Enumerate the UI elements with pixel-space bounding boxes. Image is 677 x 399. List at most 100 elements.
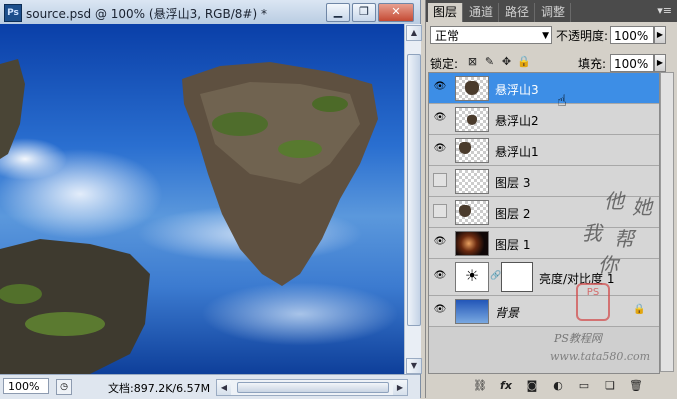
watermark-site-url: www.tata580.com — [550, 350, 651, 363]
fill-slider-icon[interactable]: ▶ — [654, 54, 666, 72]
layer-actions-bar: ⛓ fx ◙ ◐ ▭ ❏ 🗑 — [426, 374, 677, 398]
layer-name: 图层 2 — [495, 207, 531, 221]
panel-tabs: 图层 通道 路径 调整 ▾≡ — [426, 0, 677, 22]
tab-adjustments[interactable]: 调整 — [536, 3, 572, 22]
scroll-right-icon[interactable]: ▶ — [393, 380, 407, 395]
lock-all-icon[interactable]: 🔒 — [517, 55, 531, 68]
panel-menu-icon[interactable]: ▾≡ — [657, 4, 672, 17]
hscroll-thumb[interactable] — [237, 382, 389, 393]
group-icon[interactable]: ▭ — [576, 378, 592, 394]
lower-vegetation — [0, 284, 42, 304]
eye-icon[interactable]: 👁 — [433, 235, 447, 249]
scroll-up-icon[interactable]: ▲ — [406, 25, 422, 41]
new-layer-icon[interactable]: ❏ — [602, 378, 618, 394]
lock-brush-icon[interactable]: ✎ — [483, 55, 496, 68]
scroll-thumb[interactable] — [407, 54, 421, 326]
image-canvas[interactable] — [0, 24, 404, 374]
layer-row-brightness[interactable]: 👁 ☀ 🔗 亮度/对比度 1 — [429, 259, 659, 296]
lock-transparency-icon[interactable]: ⊠ — [466, 55, 479, 68]
layer-name: 背景 — [495, 306, 520, 320]
eye-icon[interactable]: 👁 — [433, 269, 447, 283]
layer-list: 👁 悬浮山3 👁 悬浮山2 👁 悬浮山1 图层 3 图层 2 👁 图层 1 👁 … — [428, 72, 660, 374]
tab-layers[interactable]: 图层 — [428, 3, 464, 22]
layer-name: 悬浮山2 — [495, 114, 539, 128]
link-icon[interactable]: ⛓ — [472, 378, 488, 394]
opacity-field[interactable]: 100% — [610, 26, 654, 44]
eye-icon[interactable]: 👁 — [433, 303, 447, 317]
canvas-artwork — [0, 59, 378, 374]
trash-icon[interactable]: 🗑 — [628, 378, 644, 394]
horizontal-scrollbar[interactable]: ◀ ▶ — [216, 379, 408, 396]
minimize-button[interactable]: ▁ — [326, 3, 350, 22]
blend-mode-select[interactable]: 正常 ▼ — [430, 26, 552, 44]
layer-thumbnail — [455, 299, 489, 324]
tab-channels[interactable]: 通道 — [464, 3, 500, 22]
blend-mode-value: 正常 — [435, 29, 460, 43]
status-menu-icon[interactable]: ◷ — [56, 379, 72, 395]
mountain-vegetation — [212, 112, 268, 136]
layers-scrollbar[interactable] — [660, 72, 674, 372]
watermark-site-name: PS教程网 — [554, 332, 602, 345]
layer-row-mountain2[interactable]: 👁 悬浮山2 — [429, 104, 659, 135]
layer-row-mountain3[interactable]: 👁 悬浮山3 — [429, 73, 659, 104]
lock-move-icon[interactable]: ✥ — [500, 55, 513, 68]
mask-icon[interactable]: ◙ — [524, 378, 540, 394]
layers-panel: 图层 通道 路径 调整 ▾≡ 正常 ▼ 不透明度: 100% ▶ 锁定: ⊠ ✎… — [425, 0, 677, 398]
fill-label: 填充: — [578, 57, 607, 71]
lock-icon: 🔒 — [633, 304, 646, 315]
close-icon: ✕ — [391, 5, 401, 18]
layer-name: 图层 1 — [495, 238, 531, 252]
vertical-scrollbar[interactable]: ▲ ▼ — [404, 24, 422, 374]
fx-icon[interactable]: fx — [498, 378, 514, 394]
layer-name: 图层 3 — [495, 176, 531, 190]
lower-rock — [0, 239, 150, 374]
left-rock — [0, 59, 25, 159]
eye-icon[interactable]: 👁 — [433, 80, 447, 94]
layer-name: 悬浮山3 — [495, 83, 539, 97]
tab-paths[interactable]: 路径 — [500, 3, 536, 22]
restore-button[interactable]: ❐ — [352, 3, 376, 22]
document-size-info: 文档:897.2K/6.57M — [108, 382, 211, 395]
zoom-field[interactable]: 100% — [3, 378, 49, 394]
document-title: source.psd @ 100% (悬浮山3, RGB/8#) * — [26, 7, 267, 21]
layer-row-background[interactable]: 👁 背景 🔒 — [429, 296, 659, 327]
eye-icon[interactable]: 👁 — [433, 142, 447, 156]
layer-row-layer3[interactable]: 图层 3 — [429, 166, 659, 197]
visibility-toggle[interactable] — [433, 173, 447, 187]
layer-row-layer2[interactable]: 图层 2 — [429, 197, 659, 228]
layer-row-layer1[interactable]: 👁 图层 1 — [429, 228, 659, 259]
photoshop-logo-icon: Ps — [4, 4, 22, 22]
close-button[interactable]: ✕ — [378, 3, 414, 22]
lower-vegetation — [25, 312, 105, 336]
document-window: Ps source.psd @ 100% (悬浮山3, RGB/8#) * ▁ … — [0, 0, 422, 399]
opacity-label: 不透明度: — [556, 29, 609, 43]
layer-row-mountain1[interactable]: 👁 悬浮山1 — [429, 135, 659, 166]
link-icon: 🔗 — [490, 271, 502, 281]
scroll-left-icon[interactable]: ◀ — [217, 380, 231, 395]
layer-thumbnail — [455, 107, 489, 132]
opacity-slider-icon[interactable]: ▶ — [654, 26, 666, 44]
mountain-vegetation — [278, 140, 322, 158]
visibility-toggle[interactable] — [433, 204, 447, 218]
mountain-vegetation — [312, 96, 348, 112]
status-bar: 100% ◷ 文档:897.2K/6.57M ◀ ▶ — [0, 374, 420, 399]
hand-cursor-icon: ☝ — [557, 91, 567, 110]
chevron-down-icon: ▼ — [542, 31, 549, 41]
layer-name: 亮度/对比度 1 — [539, 272, 615, 286]
layer-options: 正常 ▼ 不透明度: 100% ▶ 锁定: ⊠ ✎ ✥ 🔒 填充: 100% ▶ — [426, 22, 677, 72]
layer-thumbnail — [455, 76, 489, 101]
layer-thumbnail — [455, 231, 489, 256]
layer-name: 悬浮山1 — [495, 145, 539, 159]
minimize-icon: ▁ — [333, 5, 343, 18]
restore-icon: ❐ — [359, 5, 369, 18]
layer-thumbnail — [455, 200, 489, 225]
eye-icon[interactable]: 👁 — [433, 111, 447, 125]
lock-label: 锁定: — [430, 57, 459, 71]
fill-field[interactable]: 100% — [610, 54, 654, 72]
adjustment-icon[interactable]: ◐ — [550, 378, 566, 394]
document-title-bar[interactable]: Ps source.psd @ 100% (悬浮山3, RGB/8#) * ▁ … — [0, 0, 420, 25]
layer-thumbnail — [455, 169, 489, 194]
adjustment-icon: ☀ — [455, 262, 489, 292]
layer-thumbnail — [455, 138, 489, 163]
scroll-down-icon[interactable]: ▼ — [406, 358, 422, 374]
